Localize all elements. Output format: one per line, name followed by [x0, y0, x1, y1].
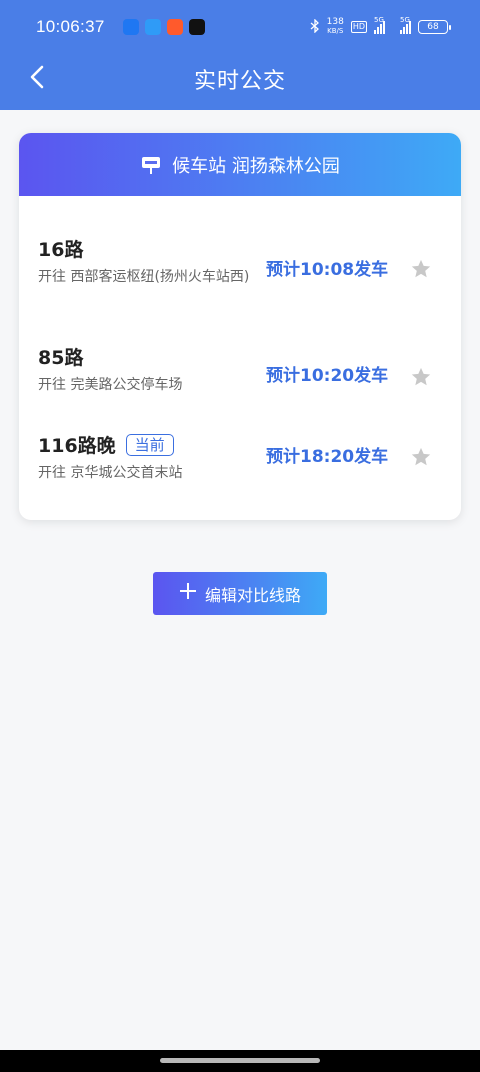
star-icon[interactable]	[410, 446, 432, 468]
route-number: 85路	[38, 347, 84, 369]
star-icon[interactable]	[410, 366, 432, 388]
nav-bar: 实时公交	[0, 54, 480, 104]
system-nav-bar	[0, 1050, 480, 1072]
app-header: 10:06:37 138 KB/S HD 5G 5G 68 实时公交	[0, 0, 480, 110]
route-item[interactable]: 116路晚 当前 开往 京华城公交首末站 预计18:20发车	[19, 431, 461, 511]
route-item[interactable]: 85路 开往 完美路公交停车场 预计10:20发车	[19, 343, 461, 423]
route-name: 16路	[38, 235, 83, 262]
route-number: 116路晚	[38, 435, 116, 457]
route-item[interactable]: 16路 开往 西部客运枢纽(扬州火车站西) 预计10:08发车	[19, 235, 461, 315]
route-destination: 开往 完美路公交停车场	[38, 377, 183, 393]
chevron-left-icon	[29, 65, 45, 93]
route-eta: 预计10:20发车	[266, 366, 389, 386]
app-icon-3	[166, 19, 183, 35]
bluetooth-icon	[310, 17, 320, 36]
route-destination: 开往 京华城公交首末站	[38, 465, 183, 481]
route-eta: 预计18:20发车	[266, 447, 389, 467]
route-name: 85路	[38, 343, 83, 370]
status-time: 10:06:37	[36, 17, 105, 36]
star-icon[interactable]	[410, 258, 432, 280]
home-indicator[interactable]	[160, 1058, 320, 1063]
network-speed-value: 138	[326, 17, 344, 27]
signal-label: 5G	[400, 16, 410, 24]
app-icon-1	[122, 19, 139, 35]
bus-stop-sign-icon	[140, 154, 162, 176]
edit-compare-routes-button[interactable]: 编辑对比线路	[153, 572, 327, 615]
route-name: 116路晚 当前	[38, 431, 174, 458]
app-icon-2	[144, 19, 161, 35]
app-icon-4	[188, 19, 205, 35]
signal-label: 5G	[374, 16, 384, 24]
notification-app-icons	[122, 19, 205, 35]
route-eta: 预计10:08发车	[266, 260, 389, 280]
status-bar: 10:06:37 138 KB/S HD 5G 5G 68	[0, 0, 480, 54]
bus-route-card: 候车站 润扬森林公园 16路 开往 西部客运枢纽(扬州火车站西) 预计10:08…	[19, 133, 461, 520]
signal-icon: 5G	[374, 16, 385, 34]
station-name: 候车站 润扬森林公园	[172, 155, 340, 177]
network-speed-unit: KB/S	[327, 27, 344, 35]
network-speed: 138 KB/S	[327, 18, 344, 36]
station-header: 候车站 润扬森林公园	[19, 133, 461, 196]
route-destination: 开往 西部客运枢纽(扬州火车站西)	[38, 269, 250, 285]
status-indicators: 138 KB/S HD 5G 5G 68	[310, 16, 451, 36]
plus-icon	[179, 579, 197, 605]
back-button[interactable]	[22, 64, 52, 94]
current-badge: 当前	[125, 433, 174, 456]
edit-compare-routes-label: 编辑对比线路	[204, 585, 301, 605]
page-title: 实时公交	[193, 69, 286, 94]
route-number: 16路	[38, 239, 84, 261]
battery-icon: 68	[418, 20, 451, 34]
hd-icon: HD	[350, 21, 367, 33]
signal-icon: 5G	[400, 16, 411, 34]
